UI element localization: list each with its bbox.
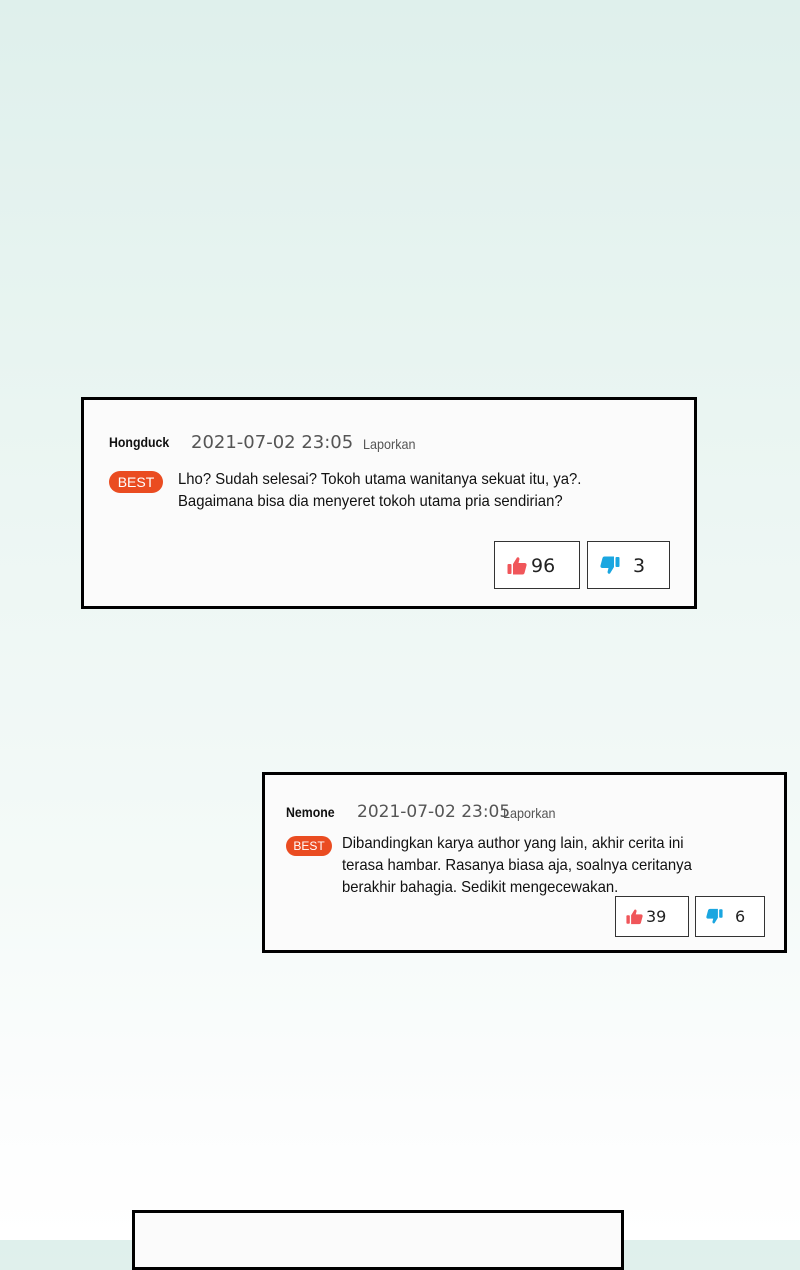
report-link[interactable]: Laporkan [363,436,416,452]
dislike-count: 3 [633,555,646,577]
report-link[interactable]: Laporkan [503,805,556,821]
dislike-button[interactable]: 3 [587,541,670,589]
thumbs-up-icon [626,909,643,925]
best-badge: BEST [109,471,163,493]
comment-text-line: terasa hambar. Rasanya biasa aja, soalny… [342,857,692,874]
comment-card-partial [132,1210,624,1270]
best-badge: BEST [286,836,332,856]
dislike-button[interactable]: 6 [695,896,765,937]
thumbs-down-icon [600,556,620,574]
like-button[interactable]: 96 [494,541,580,589]
thumbs-up-icon [507,557,527,575]
like-count: 39 [646,907,667,926]
comment-text-line: Dibandingkan karya author yang lain, akh… [342,835,684,852]
comment-timestamp: 2021-07-02 23:05 [357,802,511,822]
comment-username[interactable]: Hongduck [109,434,169,450]
comment-text: Lho? Sudah selesai? Tokoh utama wanitany… [178,469,581,513]
thumbs-down-icon [706,908,723,924]
like-count: 96 [531,555,556,577]
comment-text: Dibandingkan karya author yang lain, akh… [342,833,692,899]
comment-card: Hongduck 2021-07-02 23:05 Laporkan BEST … [81,397,697,609]
comment-card: Nemone 2021-07-02 23:05 Laporkan BEST Di… [262,772,787,953]
dislike-count: 6 [735,907,746,926]
like-button[interactable]: 39 [615,896,689,937]
comment-username[interactable]: Nemone [286,804,335,820]
comment-text-line: Lho? Sudah selesai? Tokoh utama wanitany… [178,471,582,488]
comment-text-line: Bagaimana bisa dia menyeret tokoh utama … [178,493,563,510]
comment-timestamp: 2021-07-02 23:05 [191,432,354,453]
